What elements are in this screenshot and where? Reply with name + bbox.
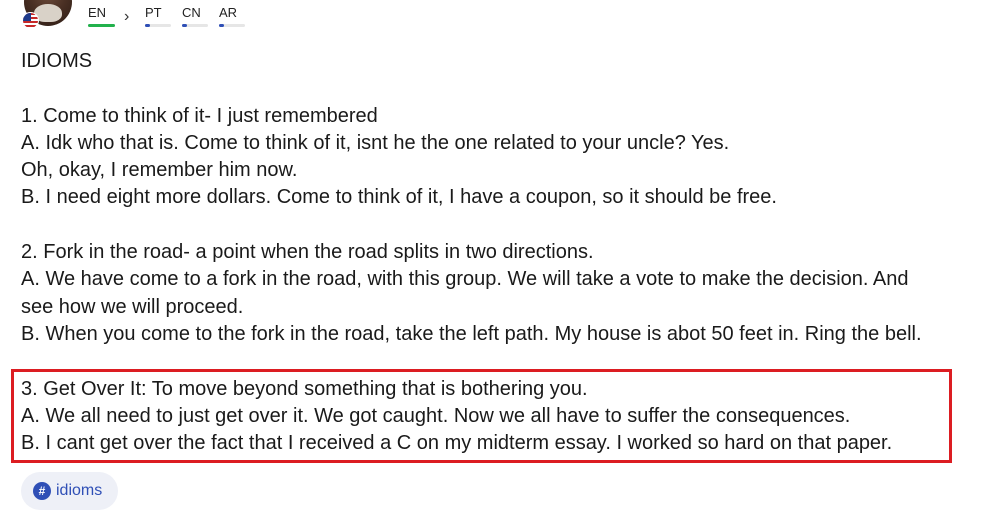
language-progress-fill xyxy=(145,24,150,27)
idiom-2-example-a: A. We have come to a fork in the road, w… xyxy=(21,268,909,291)
language-progress-bar xyxy=(88,24,115,27)
language-progress-fill xyxy=(88,24,115,27)
post-heading: IDIOMS xyxy=(21,50,93,72)
language-progress-bar xyxy=(182,24,208,27)
language-code: AR xyxy=(219,5,238,20)
hashtag-label: idioms xyxy=(56,482,103,499)
idiom-1-example-a: A. Idk who that is. Come to think of it,… xyxy=(21,131,730,154)
idiom-2-example-b: B. When you come to the fork in the road… xyxy=(21,322,922,345)
language-progress-fill xyxy=(219,24,224,27)
language-code: CN xyxy=(182,5,201,20)
idiom-1-example-a-continued: Oh, okay, I remember him now. xyxy=(21,159,298,182)
language-tab-pt[interactable]: PT xyxy=(145,5,171,29)
hashtag-icon: # xyxy=(33,482,51,500)
post-header: EN › PT CN AR xyxy=(0,0,1000,36)
language-tab-en[interactable]: EN xyxy=(88,5,115,29)
language-code: PT xyxy=(145,5,162,20)
language-progress-bar xyxy=(145,24,171,27)
idiom-1-definition: 1. Come to think of it- I just remembere… xyxy=(21,104,378,127)
language-tab-cn[interactable]: CN xyxy=(182,5,208,29)
language-progress-fill xyxy=(182,24,187,27)
language-tab-ar[interactable]: AR xyxy=(219,5,245,29)
us-flag-icon xyxy=(22,12,39,29)
idiom-2-definition: 2. Fork in the road- a point when the ro… xyxy=(21,241,594,264)
highlight-box xyxy=(11,369,952,463)
idiom-1-example-b: B. I need eight more dollars. Come to th… xyxy=(21,186,777,209)
chevron-right-icon: › xyxy=(124,8,130,25)
language-progress-bar xyxy=(219,24,245,27)
language-code: EN xyxy=(88,5,107,20)
hashtag-chip[interactable]: # idioms xyxy=(21,472,119,510)
idiom-2-example-a-continued: see how we will proceed. xyxy=(21,295,244,318)
